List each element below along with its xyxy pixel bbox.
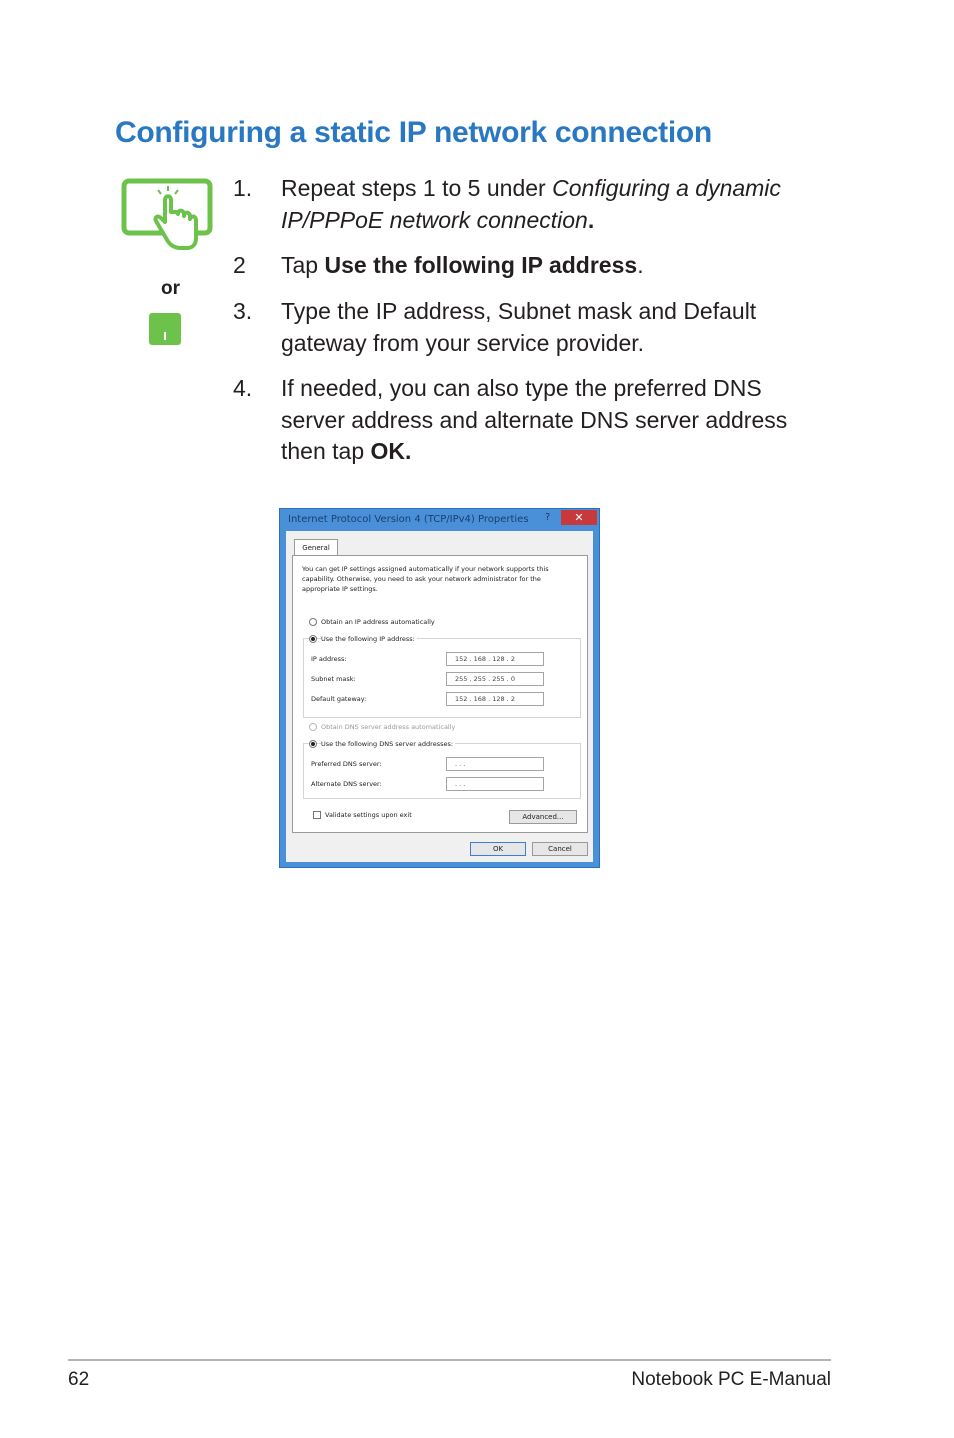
touch-screen-icon bbox=[121, 178, 213, 250]
keyboard-key-icon bbox=[149, 313, 181, 345]
ip-address-label: IP address: bbox=[311, 655, 347, 663]
tab-general[interactable]: General bbox=[294, 539, 338, 556]
alternate-dns-field[interactable]: . . . bbox=[446, 777, 544, 791]
help-button[interactable]: ? bbox=[545, 512, 550, 523]
step-number: 1. bbox=[233, 175, 253, 201]
general-panel: You can get IP settings assigned automat… bbox=[292, 555, 588, 833]
advanced-button[interactable]: Advanced... bbox=[509, 810, 577, 824]
step-number: 4. bbox=[233, 375, 253, 401]
preferred-dns-label: Preferred DNS server: bbox=[311, 760, 382, 768]
step-number: 3. bbox=[233, 298, 253, 324]
use-following-ip-label: Use the following IP address: bbox=[321, 635, 417, 643]
ip-address-field[interactable]: 152 . 168 . 128 . 2 bbox=[446, 652, 544, 666]
or-label: or bbox=[161, 278, 180, 299]
dialog-title: Internet Protocol Version 4 (TCP/IPv4) P… bbox=[288, 514, 529, 525]
validate-checkbox[interactable] bbox=[313, 811, 321, 819]
ok-button[interactable]: OK bbox=[470, 842, 526, 856]
dialog-body: General You can get IP settings assigned… bbox=[286, 531, 593, 862]
close-button[interactable]: ✕ bbox=[561, 510, 597, 525]
page-number: 62 bbox=[68, 1369, 90, 1390]
validate-label: Validate settings upon exit bbox=[325, 811, 412, 819]
step-text: Tap Use the following IP address. bbox=[281, 252, 644, 278]
subnet-mask-field[interactable]: 255 . 255 . 255 . 0 bbox=[446, 672, 544, 686]
obtain-ip-auto-label: Obtain an IP address automatically bbox=[321, 618, 435, 626]
obtain-dns-auto-label: Obtain DNS server address automatically bbox=[321, 723, 456, 731]
default-gateway-field[interactable]: 152 . 168 . 128 . 2 bbox=[446, 692, 544, 706]
section-heading: Configuring a static IP network connecti… bbox=[115, 116, 712, 149]
default-gateway-label: Default gateway: bbox=[311, 695, 367, 703]
cancel-button[interactable]: Cancel bbox=[532, 842, 588, 856]
step-text: Type the IP address, Subnet mask and Def… bbox=[281, 298, 757, 356]
step-text: Repeat steps 1 to 5 under Configuring a … bbox=[281, 175, 781, 233]
manual-title: Notebook PC E-Manual bbox=[631, 1369, 831, 1390]
step-text: If needed, you can also type the preferr… bbox=[281, 375, 788, 464]
obtain-dns-auto-radio[interactable] bbox=[309, 723, 317, 731]
obtain-ip-auto-radio[interactable] bbox=[309, 618, 317, 626]
alternate-dns-label: Alternate DNS server: bbox=[311, 780, 382, 788]
dialog-description: You can get IP settings assigned automat… bbox=[302, 565, 549, 593]
subnet-mask-label: Subnet mask: bbox=[311, 675, 356, 683]
preferred-dns-field[interactable]: . . . bbox=[446, 757, 544, 771]
use-following-ip-radio[interactable] bbox=[309, 635, 317, 643]
footer-divider bbox=[68, 1359, 831, 1361]
step-number: 2 bbox=[233, 252, 246, 278]
use-following-dns-label: Use the following DNS server addresses: bbox=[321, 740, 456, 748]
ipv4-properties-dialog: Internet Protocol Version 4 (TCP/IPv4) P… bbox=[279, 508, 600, 868]
use-following-dns-radio[interactable] bbox=[309, 740, 317, 748]
